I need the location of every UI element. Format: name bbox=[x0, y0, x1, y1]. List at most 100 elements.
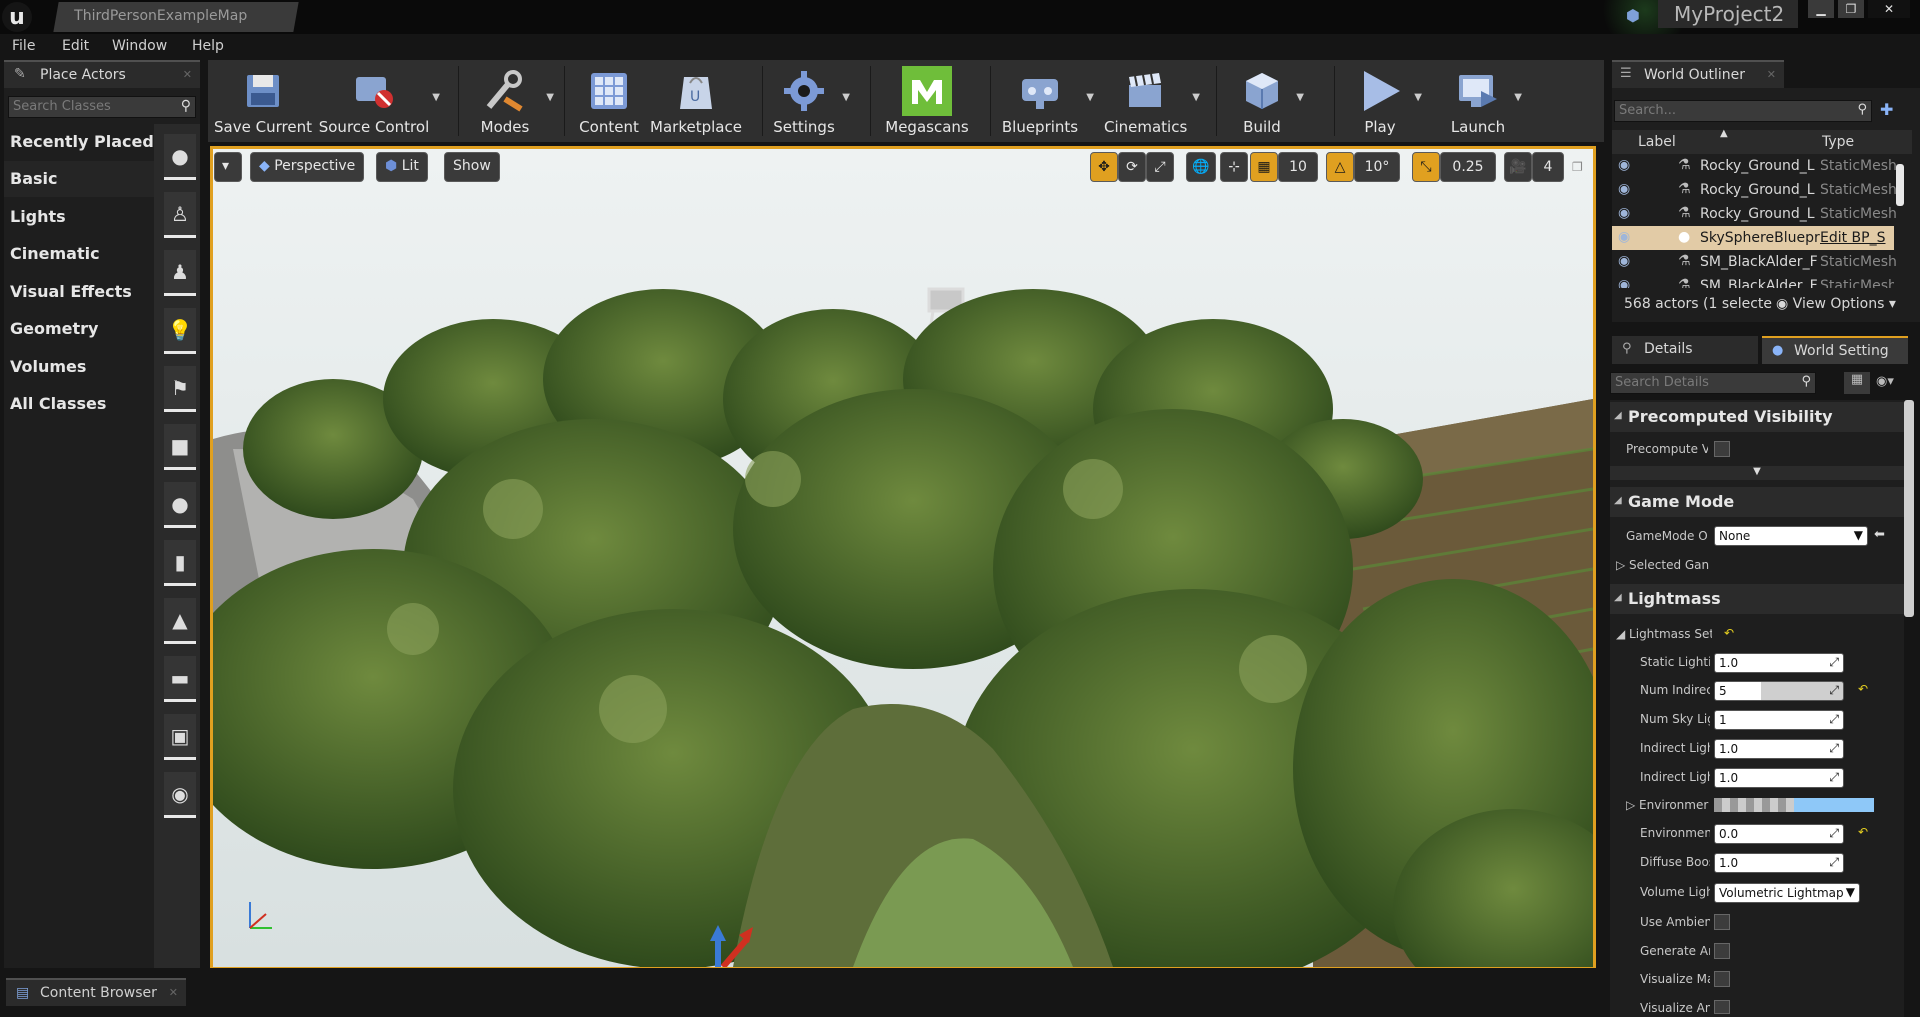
visualize-material-checkbox[interactable] bbox=[1714, 971, 1730, 987]
close-button[interactable]: ✕ bbox=[1868, 0, 1910, 18]
tab-close-icon[interactable]: ✕ bbox=[169, 986, 178, 999]
level-viewport[interactable] bbox=[210, 146, 1596, 970]
sphere-trigger-preview-icon[interactable]: ◉ bbox=[164, 772, 196, 818]
num-sky-input[interactable]: 1 bbox=[1714, 710, 1844, 730]
marketplace-button[interactable]: U Marketplace bbox=[650, 62, 742, 140]
project-name[interactable]: MyProject2 bbox=[1658, 0, 1798, 28]
expand-advanced-icon[interactable]: ▼ bbox=[1610, 466, 1904, 480]
place-actors-tab[interactable]: ✎ Place Actors ✕ bbox=[4, 60, 200, 88]
scale-snap-icon[interactable]: ⤡ bbox=[1412, 152, 1440, 182]
lit-button[interactable]: ⬢ Lit bbox=[376, 152, 428, 182]
rotation-snap-value[interactable]: 10° bbox=[1354, 152, 1400, 182]
restore-button[interactable]: ❐ bbox=[1838, 0, 1864, 18]
show-button[interactable]: Show bbox=[444, 152, 500, 182]
num-indirect-input[interactable]: 5 bbox=[1714, 681, 1844, 701]
details-tab[interactable]: Details ⚲ bbox=[1612, 336, 1758, 364]
search-details-input[interactable]: Search Details ⚲ bbox=[1610, 372, 1816, 394]
indirect-saturation-input[interactable]: 1.0 bbox=[1714, 768, 1844, 788]
menu-file[interactable]: File bbox=[12, 38, 35, 54]
build-dropdown-icon[interactable]: ▼ bbox=[1296, 92, 1304, 103]
rotate-mode-icon[interactable]: ⟳ bbox=[1118, 152, 1146, 182]
megascans-button[interactable]: Megascans bbox=[882, 62, 972, 140]
diffuse-boost-input[interactable]: 1.0 bbox=[1714, 853, 1844, 873]
viewport-options-button[interactable]: ▾ bbox=[214, 152, 242, 182]
category-volumes[interactable]: Volumes bbox=[4, 349, 154, 385]
column-type-header[interactable]: Type bbox=[1822, 134, 1854, 150]
menu-edit[interactable]: Edit bbox=[62, 38, 89, 54]
modes-button[interactable]: Modes ▼ bbox=[470, 62, 554, 140]
property-matrix-icon[interactable]: ▦ bbox=[1844, 372, 1870, 394]
prop-environment-color-label[interactable]: ▷ Environmer bbox=[1626, 798, 1710, 812]
cylinder-preview-icon[interactable]: ▮ bbox=[164, 540, 196, 586]
reset-to-default-icon[interactable]: ↶ bbox=[1858, 825, 1868, 839]
outliner-row[interactable]: ◉ ⚗ Rocky_Ground_L StaticMesh bbox=[1612, 154, 1897, 178]
minimize-button[interactable]: ▁ bbox=[1808, 0, 1834, 18]
outliner-search-input[interactable]: Search... ⚲ bbox=[1614, 100, 1872, 122]
edit-blueprint-link[interactable]: Edit BP_S bbox=[1820, 230, 1900, 246]
light-preview-icon[interactable]: 💡 bbox=[164, 308, 196, 354]
camera-speed-value[interactable]: 4 bbox=[1532, 152, 1564, 182]
environment-color-swatch[interactable] bbox=[1714, 798, 1874, 812]
player-start-preview-icon[interactable]: ⚑ bbox=[164, 366, 196, 412]
outliner-row[interactable]: ◉ ⚗ Rocky_Ground_L StaticMesh bbox=[1612, 202, 1897, 226]
grid-snap-value[interactable]: 10 bbox=[1278, 152, 1318, 182]
source-control-button[interactable]: Source Control ▼ bbox=[316, 62, 440, 140]
play-dropdown-icon[interactable]: ▼ bbox=[1414, 92, 1422, 103]
world-outliner-tab[interactable]: ☰ World Outliner ✕ bbox=[1612, 60, 1784, 88]
volume-lighting-select[interactable]: Volumetric Lightmap ▼ bbox=[1714, 883, 1860, 903]
search-icon[interactable]: ⚲ bbox=[181, 98, 191, 114]
cinematics-button[interactable]: Cinematics ▼ bbox=[1104, 62, 1200, 140]
category-geometry[interactable]: Geometry bbox=[4, 311, 154, 347]
blueprints-dropdown-icon[interactable]: ▼ bbox=[1086, 92, 1094, 103]
details-scrollbar[interactable] bbox=[1904, 400, 1914, 617]
content-browser-tab[interactable]: ▤ Content Browser ✕ bbox=[6, 978, 186, 1006]
category-basic[interactable]: Basic bbox=[4, 161, 154, 197]
settings-dropdown-icon[interactable]: ▼ bbox=[842, 92, 850, 103]
visualize-ambient-checkbox[interactable] bbox=[1714, 1000, 1730, 1014]
section-game-mode[interactable]: Game Mode bbox=[1610, 487, 1904, 517]
pawn-preview-icon[interactable]: ♟ bbox=[164, 250, 196, 296]
sphere-preview-icon[interactable]: ● bbox=[164, 134, 196, 180]
search-icon[interactable]: ⚲ bbox=[1801, 374, 1811, 389]
use-ambient-checkbox[interactable] bbox=[1714, 914, 1730, 930]
surface-snap-icon[interactable]: ⊹ bbox=[1220, 152, 1248, 182]
world-settings-tab[interactable]: World Setting ● bbox=[1762, 336, 1908, 364]
outliner-scrollbar[interactable] bbox=[1896, 164, 1904, 206]
cube-preview-icon[interactable]: ■ bbox=[164, 424, 196, 470]
prop-lightmass-settings-label[interactable]: ◢ Lightmass Set bbox=[1616, 627, 1712, 641]
visibility-eye-icon[interactable]: ◉ bbox=[1618, 205, 1630, 221]
gamemode-select[interactable]: None ▼ bbox=[1714, 526, 1868, 546]
cone-preview-icon[interactable]: ▲ bbox=[164, 598, 196, 644]
outliner-row-selected[interactable]: ◉ ● SkySphereBluepr Edit BP_S bbox=[1612, 226, 1894, 250]
prop-selected-gamemode-label[interactable]: ▷ Selected Gan bbox=[1616, 558, 1712, 572]
grid-snap-icon[interactable]: ▦ bbox=[1250, 152, 1278, 182]
blueprints-button[interactable]: Blueprints ▼ bbox=[1000, 62, 1094, 140]
outliner-row[interactable]: ◉ ⚗ Rocky_Ground_L StaticMesh bbox=[1612, 178, 1897, 202]
launch-dropdown-icon[interactable]: ▼ bbox=[1514, 92, 1522, 103]
category-recently-placed[interactable]: Recently Placed bbox=[4, 124, 154, 160]
build-button[interactable]: Build ▼ bbox=[1234, 62, 1304, 140]
maximize-viewport-icon[interactable]: ❐ bbox=[1572, 160, 1583, 174]
modes-dropdown-icon[interactable]: ▼ bbox=[546, 92, 554, 103]
generate-checkbox[interactable] bbox=[1714, 943, 1730, 959]
world-space-icon[interactable]: 🌐 bbox=[1186, 152, 1216, 182]
search-icon[interactable]: ⚲ bbox=[1857, 102, 1867, 117]
visibility-eye-icon[interactable]: ◉ bbox=[1618, 253, 1630, 269]
visibility-eye-icon[interactable]: ◉ bbox=[1618, 229, 1630, 245]
visibility-options-icon[interactable]: ◉▾ bbox=[1876, 374, 1894, 389]
box-trigger-preview-icon[interactable]: ▣ bbox=[164, 714, 196, 760]
menu-help[interactable]: Help bbox=[192, 38, 224, 54]
scale-mode-icon[interactable]: ⤢ bbox=[1146, 152, 1174, 182]
translate-mode-icon[interactable]: ✥ bbox=[1090, 152, 1118, 182]
rotation-snap-icon[interactable]: △ bbox=[1326, 152, 1354, 182]
search-classes-input[interactable]: Search Classes ⚲ bbox=[8, 96, 196, 118]
column-label-header[interactable]: Label bbox=[1638, 134, 1676, 150]
visibility-eye-icon[interactable]: ◉ bbox=[1618, 277, 1630, 288]
section-precomputed-visibility[interactable]: Precomputed Visibility bbox=[1610, 402, 1904, 432]
tab-close-icon[interactable]: ✕ bbox=[183, 68, 192, 81]
settings-button[interactable]: Settings ▼ bbox=[772, 62, 850, 140]
reset-to-default-icon[interactable]: ↶ bbox=[1858, 682, 1868, 696]
visibility-eye-icon[interactable]: ◉ bbox=[1618, 181, 1630, 197]
reset-to-default-icon[interactable]: ↶ bbox=[1724, 626, 1734, 640]
launch-button[interactable]: Launch ▼ bbox=[1448, 62, 1522, 140]
